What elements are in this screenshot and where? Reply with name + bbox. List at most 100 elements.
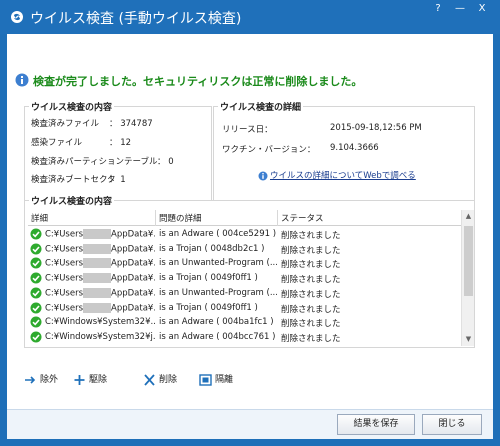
- row-problem-cell: is an Adware ( 004bcc761 ): [159, 331, 276, 342]
- status-message: 検査が完了しました。セキュリティリスクは正常に削除しました。: [33, 75, 363, 88]
- row-problem-cell: is a Trojan ( 0049f0ff1 ): [159, 302, 258, 313]
- quarantine-action[interactable]: 隔離: [199, 372, 233, 386]
- table-row[interactable]: C:¥Windows¥System32¥j... is an Adware ( 0…: [28, 330, 461, 345]
- release-date-value: 2015-09-18,12:56 PM: [330, 123, 422, 133]
- help-button[interactable]: ?: [427, 2, 449, 16]
- row-path-prefix: C:¥Users: [45, 303, 84, 313]
- table-row[interactable]: C:¥Users AppData¥... is an Adware ( 004ce5…: [28, 227, 461, 242]
- infected-files-value: ： 12: [109, 138, 132, 148]
- bottom-bar: [7, 409, 493, 439]
- save-results-button[interactable]: 結果を保存: [337, 414, 415, 435]
- column-header-detail[interactable]: 詳細: [31, 212, 48, 224]
- web-lookup-link[interactable]: ウイルスの詳細についてWebで調べる: [258, 169, 416, 181]
- row-status-cell: 削除されました: [281, 333, 341, 344]
- check-icon: [30, 316, 42, 328]
- info-small-icon: [258, 171, 268, 180]
- row-problem-cell: is an Unwanted-Program (...: [159, 287, 277, 298]
- check-icon: [30, 287, 42, 299]
- row-path-suffix: AppData¥...: [111, 303, 155, 313]
- close-button[interactable]: 閉じる: [422, 414, 482, 435]
- results-panel: ウイルス検査の内容 詳細 問題の詳細 ステータス C:¥Users AppData…: [24, 194, 475, 348]
- table-row[interactable]: C:¥Users AppData¥... is a Trojan ( 0049f0f…: [28, 301, 461, 316]
- row-problem-cell: is an Unwanted-Program (...: [159, 258, 277, 269]
- close-window-button[interactable]: X: [468, 2, 496, 16]
- scroll-thumb[interactable]: [464, 226, 473, 296]
- details-panel-title: ウイルス検査の詳細: [218, 100, 304, 113]
- row-path-suffix: AppData¥...: [111, 273, 155, 284]
- row-status-cell: 削除されました: [281, 245, 341, 256]
- check-icon: [30, 272, 42, 284]
- row-detail-cell: C:¥Windows¥System32¥...: [45, 317, 155, 327]
- quarantine-icon: [199, 373, 212, 386]
- redacted-username: [83, 258, 112, 269]
- row-path-prefix: C:¥Windows¥System32¥j...: [45, 331, 155, 342]
- row-detail-cell: C:¥Users AppData¥...: [45, 229, 155, 240]
- remove-icon: [74, 374, 85, 385]
- release-date-label: リリース日：: [222, 125, 273, 135]
- column-divider[interactable]: [155, 210, 156, 226]
- row-status-cell: 削除されました: [281, 304, 341, 315]
- exclude-icon: [25, 375, 36, 384]
- scan-window: ウイルス検査 (手動ウイルス検査) ? — X 検査が完了しました。セキュリティ…: [0, 0, 500, 446]
- delete-action[interactable]: 削除: [143, 372, 177, 386]
- exclude-label: 除外: [40, 375, 59, 385]
- results-panel-title: ウイルス検査の内容: [29, 194, 115, 207]
- row-detail-cell: C:¥Windows¥System32¥j...: [45, 332, 155, 342]
- table-row[interactable]: C:¥Users AppData¥... is a Trojan ( 0048db2…: [28, 242, 461, 257]
- web-lookup-link-text[interactable]: ウイルスの詳細についてWebで調べる: [270, 171, 416, 181]
- redacted-username: [83, 229, 112, 239]
- row-status-cell: 削除されました: [281, 289, 341, 300]
- remove-action[interactable]: 駆除: [73, 372, 107, 386]
- column-divider[interactable]: [277, 210, 278, 226]
- check-icon: [30, 331, 42, 343]
- exclude-action[interactable]: 除外: [24, 372, 58, 386]
- scroll-up-arrow-icon[interactable]: ▲: [462, 210, 475, 223]
- table-header: 詳細 問題の詳細 ステータス: [28, 210, 461, 226]
- column-header-status[interactable]: ステータス: [281, 212, 324, 224]
- table-row[interactable]: C:¥Windows¥System32¥... is an Adware ( 00…: [28, 315, 461, 330]
- vaccine-version-value: 9.104.3666: [330, 143, 379, 153]
- row-detail-cell: C:¥Users AppData¥...: [45, 302, 155, 313]
- row-status-cell: 削除されました: [281, 260, 341, 271]
- table-row[interactable]: C:¥Users AppData¥... is a Trojan ( 0049f0f…: [28, 271, 461, 286]
- infected-files-label: 感染ファイル: [31, 138, 83, 148]
- info-icon: [15, 73, 29, 87]
- status-banner: 検査が完了しました。セキュリティリスクは正常に削除しました。: [15, 72, 485, 90]
- delete-icon: [144, 373, 155, 386]
- row-path-prefix: C:¥Users: [45, 244, 84, 255]
- window-title: ウイルス検査 (手動ウイルス検査): [30, 11, 242, 27]
- boot-sectors-value: ： 1: [109, 175, 126, 185]
- title-bar[interactable]: ウイルス検査 (手動ウイルス検査) ? — X: [0, 0, 500, 34]
- row-detail-cell: C:¥Users AppData¥...: [45, 287, 155, 299]
- remove-label: 駆除: [89, 375, 108, 385]
- row-detail-cell: C:¥Users AppData¥...: [45, 258, 155, 269]
- delete-label: 削除: [159, 375, 178, 385]
- row-path-suffix: AppData¥...: [111, 244, 155, 255]
- column-header-problem[interactable]: 問題の詳細: [159, 212, 202, 224]
- check-icon: [30, 302, 42, 313]
- results-scrollbar[interactable]: ▲ ▼: [461, 210, 474, 346]
- row-problem-cell: is an Adware ( 004ba1fc1 ): [159, 317, 274, 328]
- row-path-prefix: C:¥Users: [45, 273, 84, 284]
- partition-tables-label: 検査済みパーティションテーブル: [31, 157, 158, 167]
- row-problem-cell: is a Trojan ( 0048db2c1 ): [159, 243, 265, 254]
- table-row[interactable]: C:¥Users AppData¥... is an Unwanted-Progra…: [28, 256, 461, 271]
- check-icon: [30, 257, 42, 269]
- boot-sectors-label: 検査済みブートセクタ: [31, 175, 116, 185]
- summary-panel-title: ウイルス検査の内容: [29, 100, 115, 113]
- row-status-cell: 削除されました: [281, 319, 341, 330]
- row-path-prefix: C:¥Windows¥System32¥...: [45, 317, 155, 328]
- app-logo-icon: [11, 11, 23, 23]
- row-path-prefix: C:¥Users: [45, 288, 84, 299]
- row-problem-cell: is an Adware ( 004ce5291 ): [159, 229, 277, 239]
- results-table: 詳細 問題の詳細 ステータス C:¥Users AppData¥... is an …: [28, 210, 461, 346]
- partition-tables-value: ： 0: [157, 157, 174, 167]
- row-path-suffix: AppData¥...: [111, 229, 155, 240]
- redacted-username: [83, 273, 112, 284]
- row-status-cell: 削除されました: [281, 275, 341, 286]
- table-row[interactable]: C:¥Users AppData¥... is an Unwanted-Progra…: [28, 286, 461, 301]
- check-icon: [30, 228, 42, 240]
- redacted-username: [83, 243, 112, 254]
- scroll-down-arrow-icon[interactable]: ▼: [462, 333, 475, 346]
- row-status-cell: 削除されました: [281, 231, 341, 241]
